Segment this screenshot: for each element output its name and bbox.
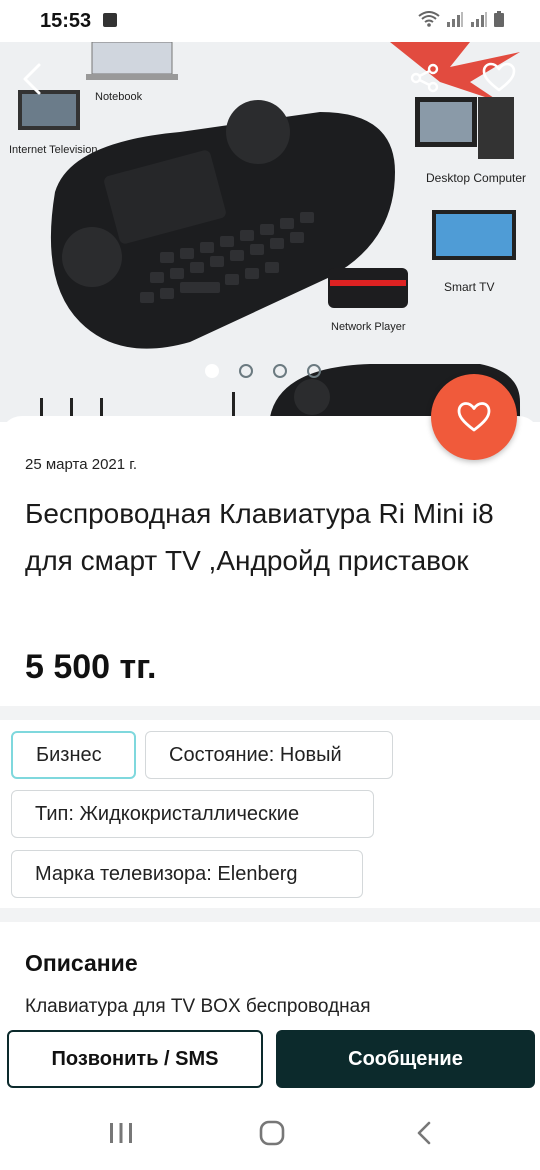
heart-icon	[457, 402, 491, 432]
back-arrow-icon	[23, 63, 41, 95]
home-button[interactable]	[250, 1115, 294, 1151]
signal-2-icon	[471, 12, 487, 27]
message-button[interactable]: Сообщение	[276, 1030, 535, 1088]
call-sms-button[interactable]: Позвонить / SMS	[7, 1030, 263, 1088]
share-button[interactable]	[409, 62, 453, 106]
pager-dot[interactable]	[307, 364, 321, 378]
listing-title: Беспроводная Клавиатура Ri Mini i8 для с…	[25, 498, 494, 576]
signal-icon	[447, 12, 463, 27]
listing-date: 25 марта 2021 г.	[25, 456, 138, 473]
product-image-gallery[interactable]: Notebook Internet Television Desktop Com…	[0, 42, 540, 422]
recents-icon	[110, 1123, 132, 1143]
listing-price: 5 500 тг.	[25, 648, 157, 686]
pager-dot[interactable]	[239, 364, 253, 378]
recents-button[interactable]	[99, 1115, 143, 1151]
label-internet-tv: Internet Television	[9, 144, 98, 156]
image-pager	[205, 364, 321, 378]
pager-dot[interactable]	[205, 364, 219, 378]
share-icon	[410, 63, 439, 93]
home-icon	[259, 1120, 285, 1146]
label-desktop: Desktop Computer	[426, 171, 527, 185]
favorite-top-button[interactable]	[482, 62, 526, 106]
tag-condition[interactable]: Состояние: Новый	[145, 731, 393, 779]
wifi-icon	[418, 11, 440, 27]
status-icons	[418, 11, 504, 27]
pager-dot[interactable]	[273, 364, 287, 378]
battery-icon	[494, 11, 504, 27]
tag-type[interactable]: Тип: Жидкокристаллические	[11, 790, 374, 838]
status-bar: 15:53	[0, 0, 540, 42]
label-network-player: Network Player	[331, 321, 406, 333]
tag-business[interactable]: Бизнес	[11, 731, 136, 779]
label-smart-tv: Smart TV	[444, 280, 495, 294]
nav-back-icon	[417, 1121, 431, 1145]
divider	[0, 706, 540, 720]
favorite-button[interactable]	[431, 374, 517, 460]
system-back-button[interactable]	[402, 1115, 446, 1151]
description-heading: Описание	[25, 950, 138, 976]
tag-tv-brand[interactable]: Марка телевизора: Elenberg	[11, 850, 363, 898]
description-text: Клавиатура для TV BOX беспроводная	[25, 996, 371, 1017]
status-time: 15:53	[40, 10, 92, 32]
heart-icon	[482, 62, 516, 92]
divider	[0, 908, 540, 922]
notification-icon	[103, 13, 117, 27]
label-notebook: Notebook	[95, 91, 143, 103]
back-button[interactable]	[20, 62, 64, 106]
